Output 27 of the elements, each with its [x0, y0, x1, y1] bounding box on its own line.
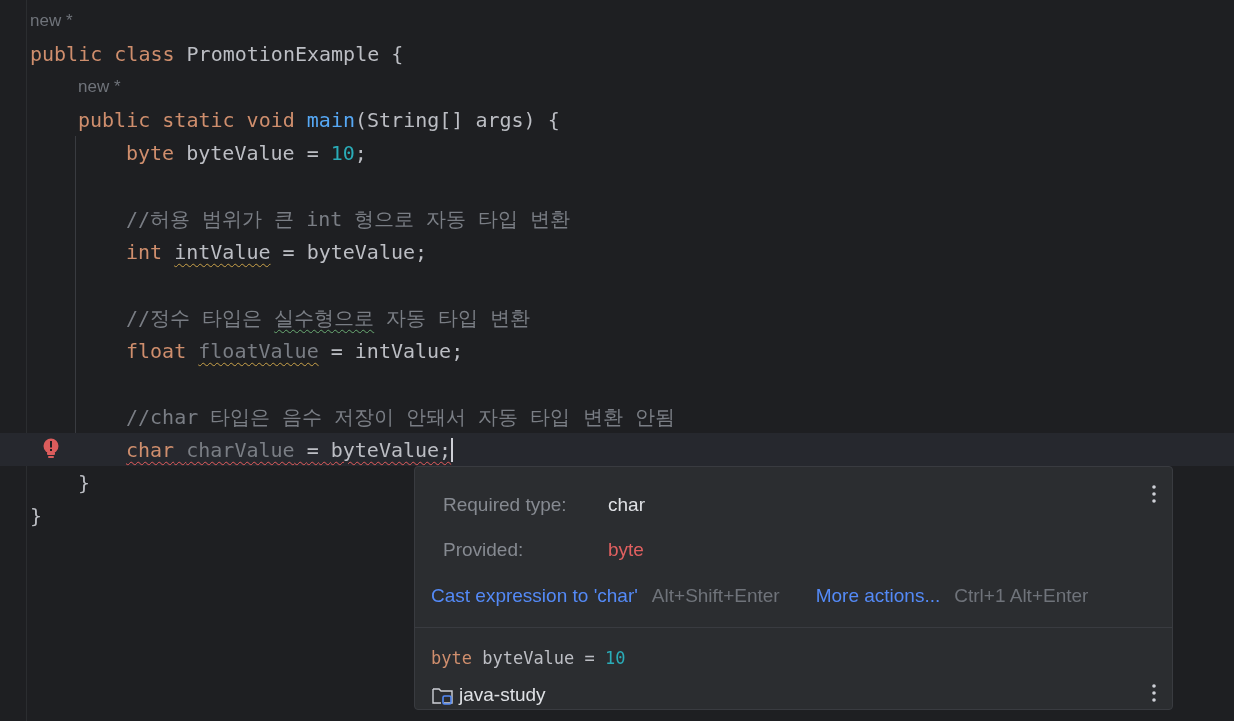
code-line: byte byteValue = 10;: [126, 139, 367, 167]
code-line: float floatValue = intValue;: [126, 337, 464, 365]
usage-hint[interactable]: new *: [30, 7, 73, 34]
type-value: byte: [608, 537, 644, 562]
shortcut-hint: Alt+Shift+Enter: [651, 584, 780, 608]
usage-hint[interactable]: new *: [78, 73, 121, 100]
more-options-icon[interactable]: [1152, 485, 1156, 503]
code-line: public static void main(String[] args) {: [78, 106, 560, 134]
code-line: }: [78, 469, 91, 497]
shortcut-hint: Ctrl+1 Alt+Enter: [954, 584, 1089, 608]
quick-fix-link[interactable]: More actions...: [815, 582, 941, 611]
code-line: }: [30, 502, 43, 530]
type-label: Provided:: [443, 537, 525, 562]
type-label: Required type:: [443, 493, 568, 517]
declaration-code: byte byteValue = 10: [431, 646, 626, 670]
text-caret: [451, 437, 454, 462]
code-line: //허용 범위가 큰 int 형으로 자동 타입 변환: [126, 205, 571, 233]
type-value: char: [608, 493, 645, 517]
error-bulb-icon[interactable]: [42, 438, 60, 460]
more-options-icon[interactable]: [1152, 683, 1156, 702]
quick-fix-link[interactable]: Cast expression to 'char': [431, 582, 638, 611]
code-line: char charValue = byteValue;: [126, 436, 452, 464]
code-line: public class PromotionExample {: [30, 40, 404, 68]
project-name: java-study: [459, 683, 546, 707]
code-line: int intValue = byteValue;: [126, 238, 428, 266]
code-line: //char 타입은 음수 저장이 안돼서 자동 타입 변환 안됨: [126, 403, 675, 431]
code-line: //정수 타입은 실수형으로 자동 타입 변환: [126, 304, 531, 332]
